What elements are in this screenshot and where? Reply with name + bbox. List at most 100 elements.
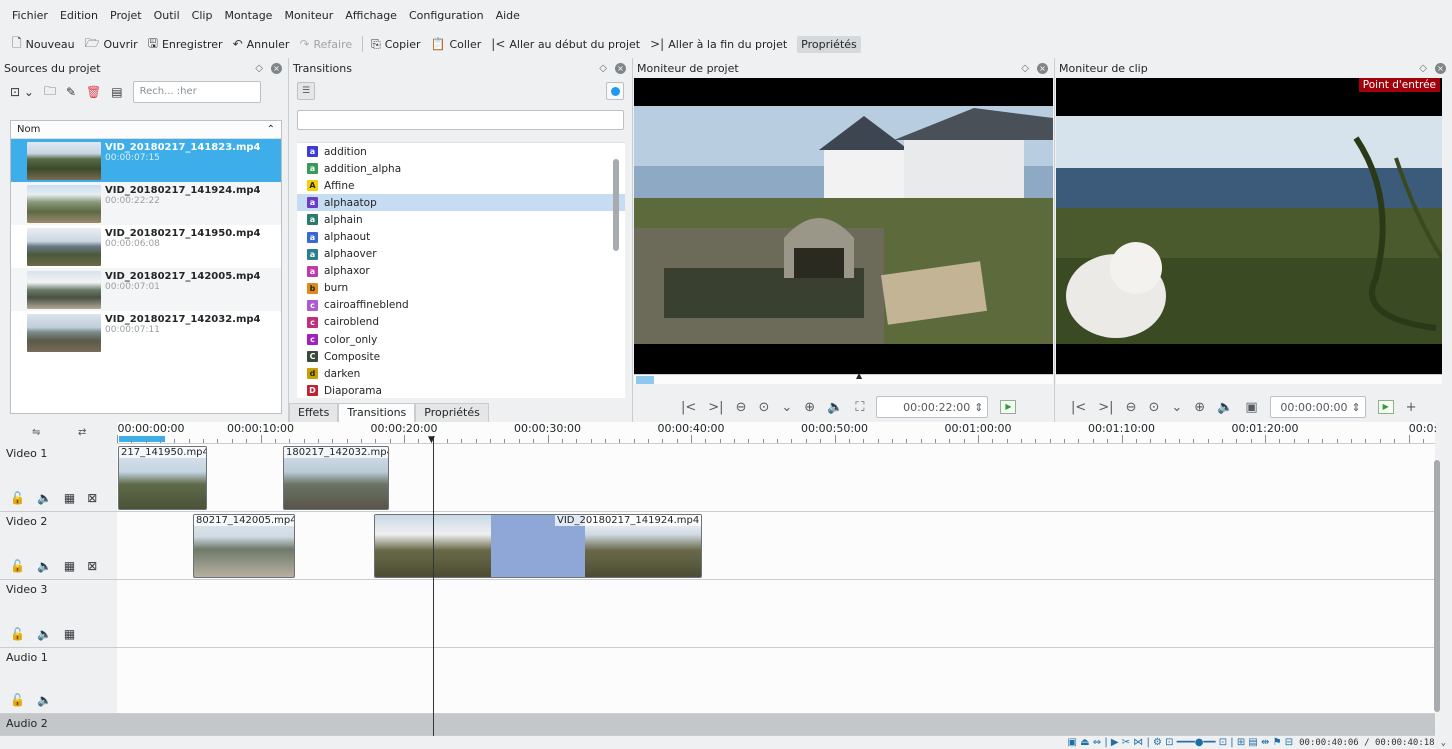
track-video-3[interactable]: [117, 580, 1435, 648]
transition-item[interactable]: A Affine: [297, 177, 625, 194]
menu-edition[interactable]: Edition: [60, 9, 98, 22]
transition-item[interactable]: c cairoblend: [297, 314, 625, 331]
tab-properties[interactable]: Propriétés: [415, 403, 489, 422]
track-video-2[interactable]: 80217_142005.mp4 VID_20180217_141924.mp4: [117, 512, 1435, 580]
transition-item[interactable]: c color_only: [297, 331, 625, 348]
list-view-icon[interactable]: ☰: [297, 82, 315, 100]
clip-list[interactable]: Nom ⌃ VID_20180217_141823.mp4 00:00:07:15 …: [10, 120, 282, 414]
transition-item[interactable]: a alphaxor: [297, 263, 625, 280]
close-icon[interactable]: ×: [1037, 62, 1048, 74]
timeline-clip[interactable]: 180217_142032.mp4: [283, 446, 389, 510]
tab-effects[interactable]: Effets: [289, 403, 339, 422]
menu-montage[interactable]: Montage: [224, 9, 272, 22]
play-icon[interactable]: ⊙: [758, 400, 769, 415]
transition-item[interactable]: b burn: [297, 280, 625, 297]
timeline-ruler[interactable]: 00:00:00:00 00:00:10:00 00:00:20:00 00:00:3…: [117, 422, 1437, 444]
delete-icon[interactable]: 🗑: [86, 85, 101, 99]
transition-item[interactable]: c cairoaffineblend: [297, 297, 625, 314]
overlay-icon[interactable]: ▣: [1245, 400, 1257, 415]
properties-button[interactable]: Propriétés: [797, 35, 861, 53]
film-icon[interactable]: ▦: [64, 627, 75, 641]
menu-aide[interactable]: Aide: [496, 9, 520, 22]
float-icon[interactable]: ◇: [599, 63, 607, 74]
forward-icon[interactable]: >|: [1098, 400, 1113, 415]
monitor-ruler[interactable]: ▲: [634, 371, 1053, 384]
composite-icon[interactable]: ⊠: [87, 491, 97, 505]
timeline-clip[interactable]: VID_20180217_141924.mp4: [374, 514, 702, 578]
spin-icon[interactable]: ⇕: [974, 401, 983, 414]
redo-button[interactable]: ↷ Refaire: [299, 37, 352, 51]
menu-moniteur[interactable]: Moniteur: [284, 9, 333, 22]
transition-item[interactable]: a addition_alpha: [297, 160, 625, 177]
menu-projet[interactable]: Projet: [110, 9, 142, 22]
goto-start-button[interactable]: |< Aller au début du projet: [491, 37, 640, 51]
menu-fichier[interactable]: Fichier: [12, 9, 48, 22]
scrollbar-thumb[interactable]: [613, 159, 619, 251]
volume-icon[interactable]: 🔈: [37, 627, 52, 641]
view-mode-icon[interactable]: ▤: [111, 85, 122, 99]
close-icon[interactable]: ×: [271, 62, 282, 74]
spin-icon[interactable]: ⇕: [1351, 401, 1360, 414]
add-clip-icon[interactable]: ⊡ ⌄: [10, 85, 34, 99]
paste-button[interactable]: 📋 Coller: [431, 37, 482, 51]
undo-button[interactable]: ↶ Annuler: [233, 37, 290, 51]
transition-item[interactable]: D Diaporama: [297, 382, 625, 399]
chevron-down-icon[interactable]: ⌄: [1171, 400, 1182, 415]
copy-button[interactable]: ⎘ Copier: [371, 37, 420, 52]
clip-monitor-video[interactable]: Point d'entrée: [1056, 78, 1442, 374]
list-item[interactable]: VID_20180217_141823.mp4 00:00:07:15: [11, 139, 281, 182]
transition-item[interactable]: C Composite: [297, 348, 625, 365]
lock-icon[interactable]: 🔓: [10, 491, 25, 505]
search-input[interactable]: Rech... :her: [132, 81, 261, 103]
add-folder-icon[interactable]: 🗀: [44, 82, 56, 103]
track-header-audio-2[interactable]: Audio 2: [0, 714, 117, 736]
lock-icon[interactable]: 🔓: [10, 559, 25, 573]
split-icon[interactable]: ⇋: [32, 427, 40, 438]
transition-item[interactable]: a alphaatop: [297, 194, 625, 212]
close-icon[interactable]: ×: [615, 62, 626, 74]
playhead[interactable]: [433, 436, 434, 736]
lock-icon[interactable]: 🔓: [10, 693, 25, 707]
play-icon[interactable]: ⊙: [1148, 400, 1159, 415]
timeline-clip[interactable]: 217_141950.mp4: [118, 446, 207, 510]
snap-icon[interactable]: ⇄: [78, 427, 86, 438]
column-header[interactable]: Nom ⌃: [11, 121, 281, 139]
track-header-video-3[interactable]: Video 3 🔓 🔈 ▦: [0, 580, 117, 648]
new-button[interactable]: 🗋 Nouveau: [12, 34, 75, 55]
rewind-icon[interactable]: |<: [1071, 400, 1086, 415]
seek-back-icon[interactable]: ⊖: [1126, 400, 1137, 415]
volume-icon[interactable]: 🔈: [37, 693, 52, 707]
list-item[interactable]: VID_20180217_142005.mp4 00:00:07:01: [11, 268, 281, 311]
transition-item[interactable]: a alphaover: [297, 246, 625, 263]
track-header-video-1[interactable]: Video 1 🔓 🔈 ▦ ⊠: [0, 444, 117, 512]
timeline-scrollbar[interactable]: [1434, 460, 1440, 712]
fullscreen-icon[interactable]: ⛶: [855, 400, 864, 415]
float-icon[interactable]: ◇: [1021, 63, 1029, 74]
volume-icon[interactable]: 🔈: [827, 400, 843, 415]
close-icon[interactable]: ×: [1435, 62, 1446, 74]
save-button[interactable]: 🖫 Enregistrer: [148, 34, 223, 55]
track-audio-1[interactable]: [117, 648, 1435, 714]
timeline-tools-icon[interactable]: ▣ ⏏ ⇔ | ▶ ✂ ⋈ | ⚙ ⊡ ━━━●━━ ⊡ | ⊞ ▤ ⇹ ⚑ ⊟: [1068, 737, 1294, 748]
track-video-1[interactable]: 217_141950.mp4 180217_142032.mp4: [117, 444, 1435, 512]
transition-item[interactable]: a alphaout: [297, 228, 625, 245]
seek-forward-icon[interactable]: ⊕: [1194, 400, 1205, 415]
composite-icon[interactable]: ⊠: [87, 559, 97, 573]
float-icon[interactable]: ◇: [1419, 63, 1427, 74]
add-icon[interactable]: +: [1406, 400, 1417, 415]
goto-end-button[interactable]: >| Aller à la fin du projet: [650, 37, 787, 51]
volume-icon[interactable]: 🔈: [1217, 400, 1233, 415]
timecode-field[interactable]: 00:00:00:00 ⇕: [1269, 396, 1366, 418]
menu-affichage[interactable]: Affichage: [345, 9, 397, 22]
volume-icon[interactable]: 🔈: [37, 491, 52, 505]
film-icon[interactable]: ▦: [64, 491, 75, 505]
rewind-icon[interactable]: |<: [681, 400, 696, 415]
info-icon[interactable]: [606, 82, 624, 100]
track-header-video-2[interactable]: Video 2 🔓 🔈 ▦ ⊠: [0, 512, 117, 580]
list-item[interactable]: VID_20180217_141924.mp4 00:00:22:22: [11, 182, 281, 225]
play-zone-icon[interactable]: ▶: [1000, 400, 1017, 414]
transition-list[interactable]: a addition a addition_alpha A Affine a alphaato…: [297, 142, 625, 398]
transition-item[interactable]: a addition: [297, 143, 625, 160]
list-item[interactable]: VID_20180217_141950.mp4 00:00:06:08: [11, 225, 281, 268]
monitor-ruler[interactable]: [1056, 374, 1442, 384]
